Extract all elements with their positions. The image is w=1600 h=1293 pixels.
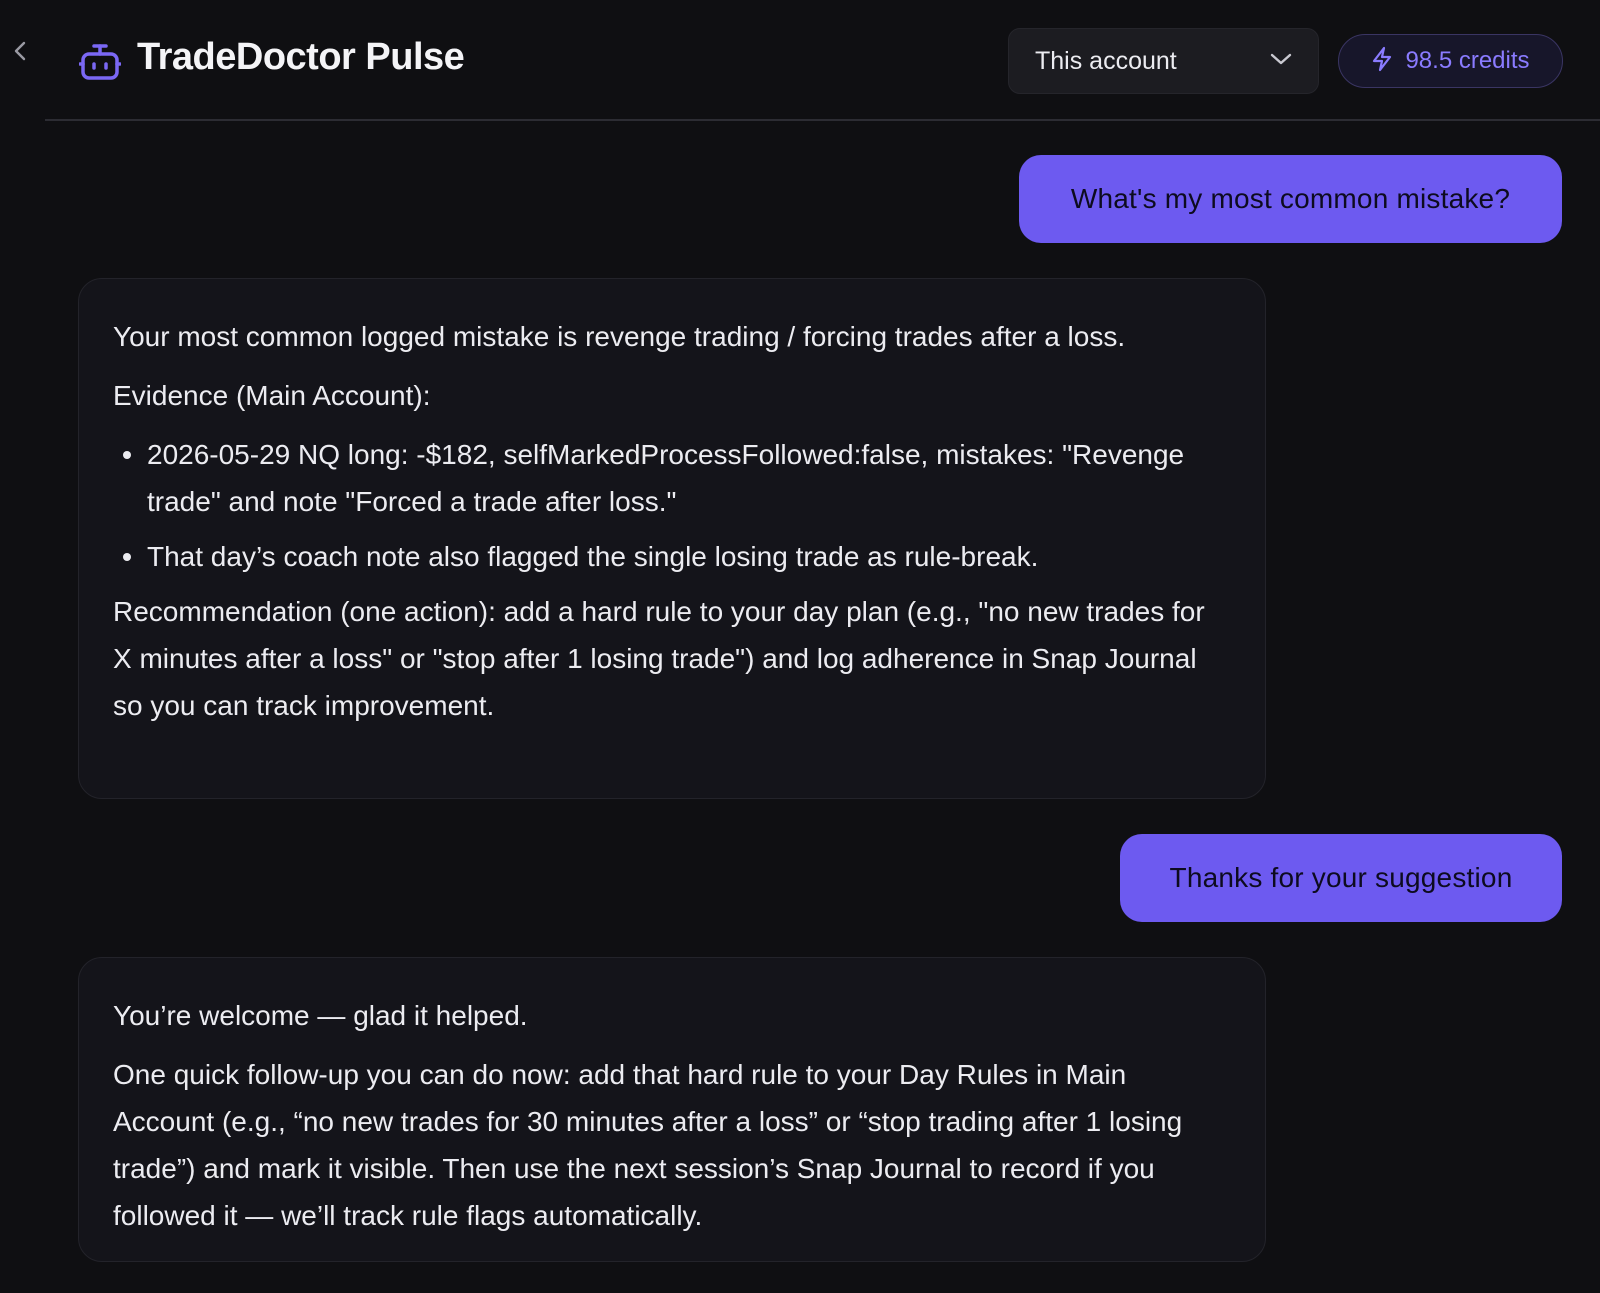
robot-icon [78,42,122,82]
evidence-heading: Evidence (Main Account): [113,380,431,411]
list-item: That day’s coach note also flagged the s… [113,533,1231,580]
chat-page: TradeDoctor Pulse This account 98.5 cred… [0,0,1600,1293]
credits-amount: 98.5 credits [1405,47,1530,74]
chevron-down-icon [1270,52,1292,71]
app-title: TradeDoctor Pulse [137,36,465,78]
assistant-message: Your most common logged mistake is reven… [78,278,1266,799]
chevron-left-icon [12,39,28,68]
lightning-bolt-icon [1371,46,1393,77]
list-item: 2026-05-29 NQ long: -$182, selfMarkedPro… [113,431,1231,525]
assistant-intro: You’re welcome — glad it helped. [113,1000,528,1031]
header: TradeDoctor Pulse This account 98.5 cred… [45,0,1600,121]
back-button[interactable] [8,38,32,68]
user-message: Thanks for your suggestion [1120,834,1562,922]
account-select-value: This account [1035,46,1177,75]
assistant-intro: Your most common logged mistake is reven… [113,321,1126,352]
account-select[interactable]: This account [1008,28,1319,94]
assistant-message: You’re welcome — glad it helped. One qui… [78,957,1266,1262]
recommendation-text: Recommendation (one action): add a hard … [113,596,1205,721]
user-message: What's my most common mistake? [1019,155,1562,243]
evidence-list: 2026-05-29 NQ long: -$182, selfMarkedPro… [113,431,1231,580]
credits-badge[interactable]: 98.5 credits [1338,34,1563,88]
assistant-body: One quick follow-up you can do now: add … [113,1059,1183,1231]
